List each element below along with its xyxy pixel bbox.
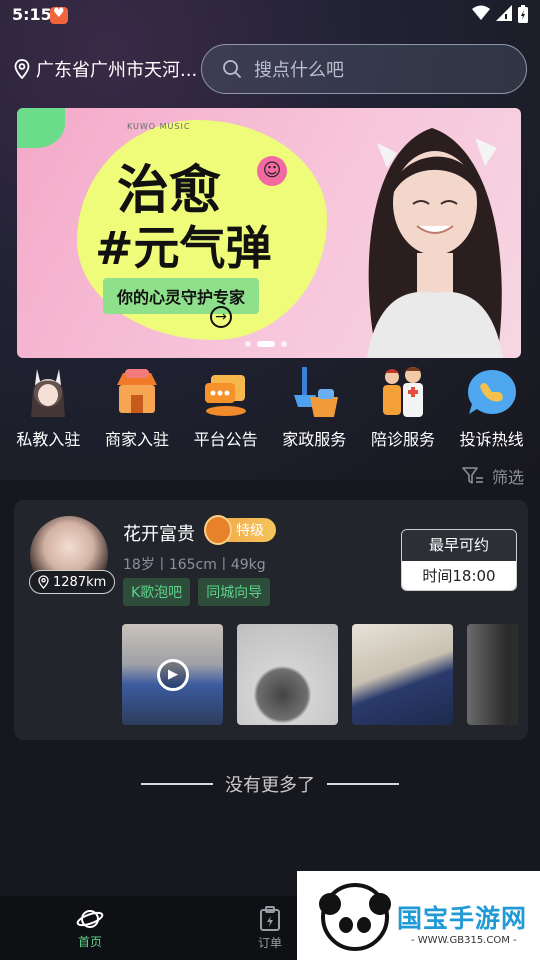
category-grid: 私教入驻 商家入驻 平台公告 家政服务 陪诊服务 投诉热线 [0,366,540,450]
panda-eye [339,917,353,933]
distance-text: 1287km [53,574,107,590]
hotline-icon [465,366,519,420]
smile-icon: ☺ [257,156,287,186]
wifi-icon [472,5,490,20]
availability-title: 最早可约 [402,530,516,561]
signal-icon [496,5,512,21]
panda-eye [357,917,371,933]
category-label: 私教入驻 [16,430,81,449]
divider [327,783,399,785]
category-shop[interactable]: 商家入驻 [93,366,181,450]
nav-home[interactable]: 首页 [0,896,180,960]
watermark-url: - WWW.GB315.COM - [411,935,517,946]
banner-pagination [245,341,287,347]
filter-icon [462,467,483,484]
category-label: 家政服务 [282,430,347,449]
arrow-right-icon: → [210,306,232,328]
photo-strip[interactable]: ▶ [122,624,518,725]
shop-icon [110,366,164,420]
banner-model-image [367,128,503,358]
category-label: 平台公告 [193,430,258,449]
photo-thumbnail[interactable] [352,624,453,725]
planet-icon [76,909,104,928]
filter-label: 筛选 [491,468,524,487]
video-thumbnail[interactable]: ▶ [122,624,223,725]
trainer-icon [21,366,75,420]
panda-ear [319,893,341,915]
banner-subtitle: 你的心灵守护专家 [103,278,260,314]
announcement-icon [199,366,253,420]
tag: 同城向导 [198,578,271,606]
search-placeholder: 搜点什么吧 [254,60,344,81]
housekeeping-icon [287,366,341,420]
category-announcement[interactable]: 平台公告 [182,366,270,450]
location-selector[interactable]: 广东省广州市天河... [14,56,196,82]
provider-stats: 18岁丨165cm丨49kg [123,557,266,573]
tag: K歌泡吧 [123,578,191,606]
location-text: 广东省广州市天河... [36,60,196,81]
pagination-dot-active[interactable] [257,341,275,347]
category-label: 陪诊服务 [370,430,435,449]
provider-card[interactable]: 1287km 花开富贵 特级 18岁丨165cm丨49kg K歌泡吧 同城向导 … [14,500,528,740]
status-icons [472,5,528,23]
nav-label: 订单 [257,935,282,950]
watermark-title: 国宝手游网 [397,904,528,933]
end-of-list: 没有更多了 [0,771,540,797]
availability-time: 时间18:00 [402,561,516,590]
panda-ear [369,893,391,915]
banner-decoration [17,108,65,148]
search-icon [223,60,241,78]
photo-thumbnail[interactable] [237,624,338,725]
location-pin-icon [14,59,30,79]
watermark: 国宝手游网 - WWW.GB315.COM - [297,871,540,960]
promo-banner[interactable]: KUWO MUSIC 治愈 ☺ #元气弹 你的心灵守护专家 → [17,108,521,358]
app-notification-icon [50,6,68,24]
banner-title-line2: #元气弹 [95,221,272,275]
category-escort[interactable]: 陪诊服务 [359,366,447,450]
category-label: 商家入驻 [104,430,169,449]
filter-button[interactable]: 筛选 [462,464,524,488]
panda-logo-icon [319,883,391,951]
escort-icon [376,366,430,420]
medal-icon [204,515,232,545]
photo-thumbnail[interactable] [467,624,518,725]
divider [141,783,213,785]
pagination-dot[interactable] [281,341,287,347]
status-time: 5:15 [12,5,52,24]
order-icon [260,905,280,931]
search-input[interactable]: 搜点什么吧 [201,44,527,94]
category-hotline[interactable]: 投诉热线 [448,366,536,450]
category-trainer[interactable]: 私教入驻 [4,366,92,450]
level-badge: 特级 [204,515,276,545]
battery-icon [518,5,528,23]
banner-brand: KUWO MUSIC [127,122,191,131]
tag-list: K歌泡吧 同城向导 [123,578,271,606]
end-of-list-text: 没有更多了 [225,775,315,796]
category-housekeeping[interactable]: 家政服务 [270,366,358,450]
pagination-dot[interactable] [245,341,251,347]
nav-label: 首页 [77,934,102,949]
distance-badge: 1287km [29,570,116,594]
availability-box[interactable]: 最早可约 时间18:00 [401,529,517,591]
location-pin-icon [38,575,49,589]
play-icon[interactable]: ▶ [157,659,189,691]
level-text: 特级 [236,523,264,539]
category-label: 投诉热线 [459,430,524,449]
provider-name: 花开富贵 [123,524,195,545]
